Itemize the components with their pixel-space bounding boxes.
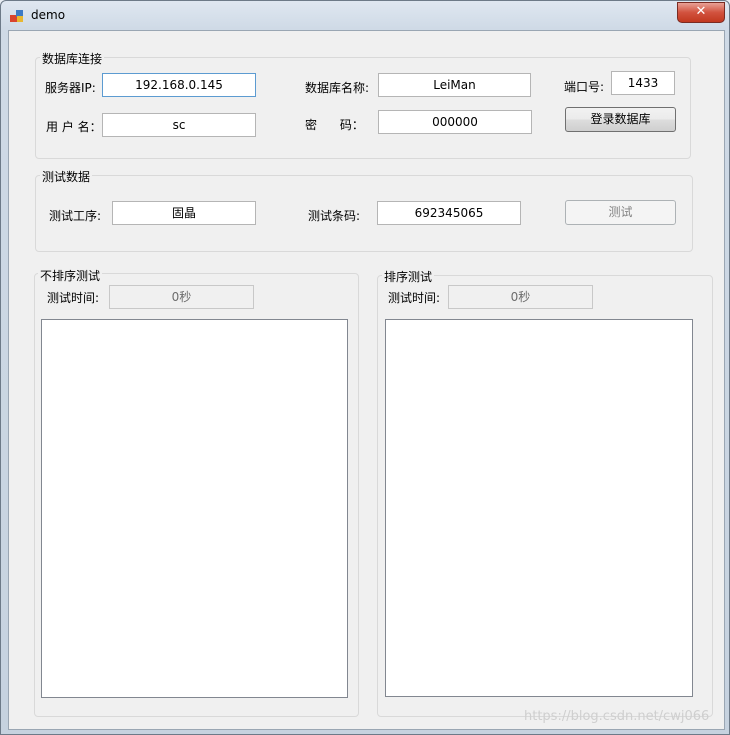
sorted-test-legend: 排序测试 xyxy=(382,268,435,285)
app-window: demo ✕ 数据库连接 服务器IP: 192.168.0.145 数据库名称:… xyxy=(0,0,730,735)
unsorted-time-label: 测试时间: xyxy=(47,291,100,305)
sorted-results-list[interactable] xyxy=(385,319,693,697)
app-icon xyxy=(9,8,25,24)
db-connection-legend: 数据库连接 xyxy=(40,50,105,67)
close-button[interactable]: ✕ xyxy=(677,2,725,23)
server-ip-label: 服务器IP: xyxy=(45,81,96,95)
window-title: demo xyxy=(31,8,66,22)
db-name-input[interactable]: LeiMan xyxy=(378,73,531,97)
port-label: 端口号: xyxy=(564,80,605,94)
username-label: 用 户 名： xyxy=(46,120,102,134)
sorted-time-label: 测试时间: xyxy=(388,291,441,305)
title-bar[interactable]: demo ✕ xyxy=(1,1,729,29)
unsorted-time-value: 0秒 xyxy=(109,285,254,309)
close-icon: ✕ xyxy=(695,4,707,19)
process-input[interactable]: 固晶 xyxy=(112,201,256,225)
process-label: 测试工序: xyxy=(49,209,102,223)
unsorted-test-legend: 不排序测试 xyxy=(38,267,103,284)
server-ip-input[interactable]: 192.168.0.145 xyxy=(102,73,256,97)
username-input[interactable]: sc xyxy=(102,113,256,137)
test-data-legend: 测试数据 xyxy=(40,168,93,185)
watermark: https://blog.csdn.net/cwj066 xyxy=(524,709,710,724)
unsorted-results-list[interactable] xyxy=(41,319,348,698)
login-database-button[interactable]: 登录数据库 xyxy=(565,107,676,132)
password-label: 密 码： xyxy=(305,118,364,132)
sorted-time-value: 0秒 xyxy=(448,285,593,309)
db-name-label: 数据库名称: xyxy=(305,81,370,95)
barcode-input[interactable]: 692345065 xyxy=(377,201,521,225)
port-input[interactable]: 1433 xyxy=(611,71,675,95)
test-button[interactable]: 测试 xyxy=(565,200,676,225)
client-area: 数据库连接 服务器IP: 192.168.0.145 数据库名称: LeiMan… xyxy=(8,30,725,730)
barcode-label: 测试条码: xyxy=(308,209,361,223)
password-input[interactable]: 000000 xyxy=(378,110,532,134)
